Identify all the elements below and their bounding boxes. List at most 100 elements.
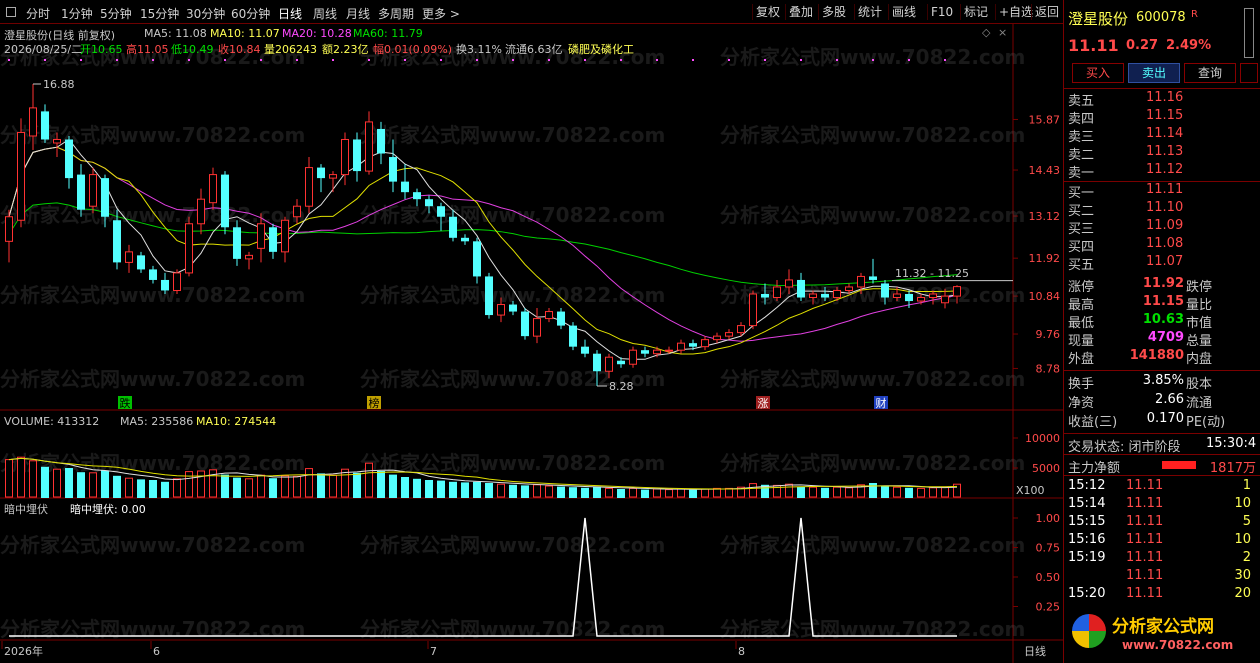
orderbook-price: 11.13: [1146, 144, 1184, 159]
orderbook-row-asks-3[interactable]: 卖二 11.13: [1064, 144, 1260, 163]
marker-dot: [728, 59, 730, 61]
orderbook-label: 买三: [1068, 222, 1095, 237]
volume-bar-down: [389, 474, 397, 498]
bar-float: 流通6.63亿: [505, 43, 563, 56]
stat-row-1: 最高 11.15 量比: [1064, 294, 1260, 313]
kline-chart-area[interactable]: 15.87 14.43 13.12 11.92 10.84 9.76 8.78 分析家公式网w…: [0, 24, 1063, 663]
last-price: 11.11: [1068, 36, 1119, 55]
orderbook-row-bids-3[interactable]: 买四 11.08: [1064, 236, 1260, 255]
watermark-text: 分析家公式网www.70822.com: [720, 533, 1025, 557]
orderbook-row-bids-2[interactable]: 买三 11.09: [1064, 218, 1260, 237]
marker-dot: [836, 59, 838, 61]
query-button[interactable]: 查询: [1184, 63, 1236, 83]
stat2-row-2: 收益(三) 0.170 PE(动): [1064, 411, 1260, 430]
orderbook-row-asks-0[interactable]: 卖五 11.16: [1064, 90, 1260, 109]
close-icon[interactable]: ×: [998, 26, 1007, 39]
high-mark-label: 16.88: [43, 78, 75, 91]
period-tab-5[interactable]: 60分钟: [231, 5, 270, 22]
period-tab-10[interactable]: 更多 >: [422, 5, 460, 22]
diamond-icon[interactable]: ◇: [982, 26, 990, 39]
period-tab-0[interactable]: 分时: [26, 5, 50, 22]
volume-label: VOLUME: 413312: [4, 415, 100, 428]
tick-price: 11.11: [1126, 586, 1164, 601]
orderbook-row-asks-1[interactable]: 卖四 11.15: [1064, 108, 1260, 127]
orderbook-row-asks-4[interactable]: 卖一 11.12: [1064, 162, 1260, 181]
watermark-text: 分析家公式网www.70822.com: [0, 533, 305, 557]
candle-body-down: [77, 174, 85, 210]
tick-time: 15:14: [1068, 496, 1106, 511]
candle-body-down: [461, 237, 469, 242]
volume-bar-up: [5, 459, 13, 498]
period-tab-4[interactable]: 30分钟: [186, 5, 225, 22]
tool-button-5[interactable]: F10: [927, 4, 956, 20]
volume-ma10: MA10: 274544: [196, 415, 277, 428]
volume-bar-up: [833, 486, 841, 498]
period-tab-3[interactable]: 15分钟: [140, 5, 179, 22]
tool-button-1[interactable]: 叠加: [785, 4, 816, 20]
candle-body-up: [17, 131, 25, 221]
tick-row: 15:14 11.11 10: [1064, 496, 1260, 514]
candle-body-down: [149, 269, 157, 280]
period-tab-1[interactable]: 1分钟: [61, 5, 93, 22]
period-tab-9[interactable]: 多周期: [378, 5, 414, 22]
volume-bar-up: [497, 483, 505, 498]
sector-label[interactable]: 磷肥及磷化工: [568, 41, 634, 57]
period-tab-6[interactable]: 日线: [278, 5, 302, 22]
period-tab-2[interactable]: 5分钟: [100, 5, 132, 22]
tick-volume: 10: [1234, 496, 1251, 511]
candle-body-down: [449, 216, 457, 238]
watermark-text: 分析家公式网www.70822.com: [720, 367, 1025, 391]
volume-bar-down: [641, 489, 649, 498]
candle-body-down: [581, 346, 589, 354]
scrollbar[interactable]: [1244, 8, 1254, 58]
candle-body-down: [101, 178, 109, 217]
orderbook-row-bids-1[interactable]: 买二 11.10: [1064, 200, 1260, 219]
tool-button-7[interactable]: +自选: [995, 4, 1036, 20]
volume-bar-down: [401, 477, 409, 498]
volume-bar-down: [521, 485, 529, 498]
indicator-axis-label: 0.50: [1036, 571, 1061, 584]
candle-body-up: [629, 349, 637, 365]
marker-dot: [764, 59, 766, 61]
candle-body-up: [833, 289, 841, 299]
stat-value: 10.63: [1142, 312, 1184, 327]
tool-button-6[interactable]: 标记: [960, 4, 991, 20]
marker-dot: [8, 59, 10, 61]
orderbook-row-bids-0[interactable]: 买一 11.11: [1064, 182, 1260, 201]
volume-bar-up: [845, 487, 853, 498]
buy-button[interactable]: 买入: [1072, 63, 1124, 83]
tool-button-4[interactable]: 画线: [888, 4, 919, 20]
orderbook-label: 买二: [1068, 204, 1095, 219]
bar-open: 开10.65: [80, 43, 123, 56]
period-tab-7[interactable]: 周线: [313, 5, 337, 22]
period-tab-8[interactable]: 月线: [346, 5, 370, 22]
volume-bar-up: [929, 487, 937, 498]
watermark-text: 分析家公式网www.70822.com: [720, 203, 1025, 227]
candle-body-up: [209, 174, 217, 204]
tool-button-3[interactable]: 统计: [854, 4, 885, 20]
volume-bar-down: [905, 487, 913, 498]
volume-bar-down: [413, 478, 421, 498]
candle-body-up: [857, 275, 865, 288]
tool-button-0[interactable]: 复权: [752, 4, 783, 20]
kline-chart-svg[interactable]: 15.87 14.43 13.12 11.92 10.84 9.76 8.78 分析家公式网w…: [0, 24, 1063, 663]
stat2-label: 收益(三): [1068, 415, 1118, 430]
volume-bar-down: [149, 480, 157, 498]
more-button[interactable]: [1240, 63, 1258, 83]
menu-icon[interactable]: [6, 7, 16, 17]
orderbook-price: 11.10: [1146, 200, 1184, 215]
candle-body-up: [713, 335, 721, 341]
tick-time: 15:19: [1068, 550, 1106, 565]
tool-button-2[interactable]: 多股: [818, 4, 849, 20]
indicator-axis-label: 0.75: [1036, 542, 1061, 555]
main-flow-value: 1817万: [1209, 461, 1256, 476]
sell-button[interactable]: 卖出: [1128, 63, 1180, 83]
volume-bar-up: [677, 488, 685, 498]
main-flow-bar: [1162, 461, 1196, 469]
orderbook-row-bids-4[interactable]: 买五 11.07: [1064, 254, 1260, 273]
orderbook-row-asks-2[interactable]: 卖三 11.14: [1064, 126, 1260, 145]
orderbook-price: 11.09: [1146, 218, 1184, 233]
volume-axis-label: 10000: [1025, 432, 1060, 445]
candle-body-up: [293, 205, 301, 218]
tool-button-8[interactable]: 返回: [1031, 4, 1062, 20]
